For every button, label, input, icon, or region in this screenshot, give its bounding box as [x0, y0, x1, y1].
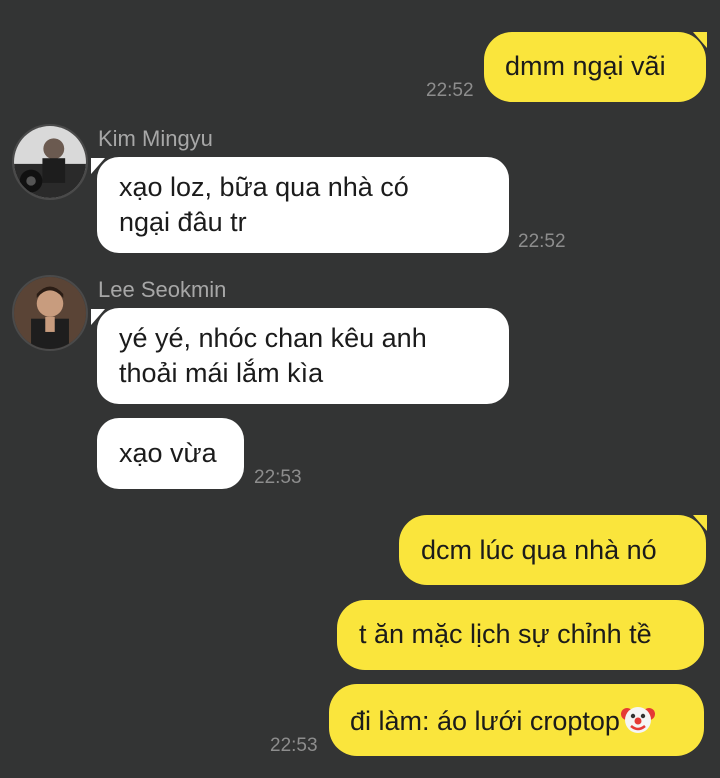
sender-name: Kim Mingyu: [98, 126, 213, 151]
message-timestamp: 22:53: [254, 467, 302, 488]
message-bubble-outgoing[interactable]: t ăn mặc lịch sự chỉnh tề: [337, 600, 704, 670]
message-bubble-outgoing[interactable]: đi làm: áo lưới croptop: [329, 684, 704, 756]
message-text-line: thoải mái lắm kìa: [119, 358, 324, 388]
message-bubble-incoming[interactable]: yé yé, nhóc chan kêu anh thoải mái lắm k…: [97, 308, 509, 404]
message-bubble-outgoing[interactable]: dcm lúc qua nhà nó: [399, 515, 706, 585]
avatar-lee-seokmin[interactable]: [12, 275, 88, 351]
message-timestamp: 22:52: [426, 80, 474, 101]
message-text: dcm lúc qua nhà nó: [421, 535, 657, 565]
message-bubble-incoming[interactable]: xạo loz, bữa qua nhà có ngại đâu tr: [97, 157, 509, 253]
sender-name: Lee Seokmin: [98, 277, 227, 302]
message-text: xạo vừa: [119, 438, 217, 468]
avatar-kim-mingyu[interactable]: [12, 124, 88, 200]
message-timestamp: 22:52: [518, 231, 566, 252]
clown-face-icon: [620, 707, 655, 733]
bubble-tail: [91, 158, 105, 174]
message-text-line: xạo loz, bữa qua nhà có: [119, 172, 409, 202]
message-bubble-incoming[interactable]: xạo vừa: [97, 418, 244, 489]
bubble-tail: [91, 309, 105, 325]
message-text: đi làm: áo lưới croptop: [350, 706, 620, 736]
message-timestamp: 22:53: [270, 735, 318, 756]
avatar-photo-icon: [14, 126, 86, 198]
message-bubble-outgoing[interactable]: dmm ngại vãi: [484, 32, 706, 102]
avatar-photo-icon: [14, 277, 86, 349]
message-text: dmm ngại vãi: [505, 51, 666, 81]
message-text: t ăn mặc lịch sự chỉnh tề: [359, 619, 652, 649]
message-text-line: ngại đâu tr: [119, 207, 247, 237]
message-text-line: yé yé, nhóc chan kêu anh: [119, 323, 427, 353]
bubble-tail: [693, 515, 707, 531]
bubble-tail: [693, 32, 707, 48]
